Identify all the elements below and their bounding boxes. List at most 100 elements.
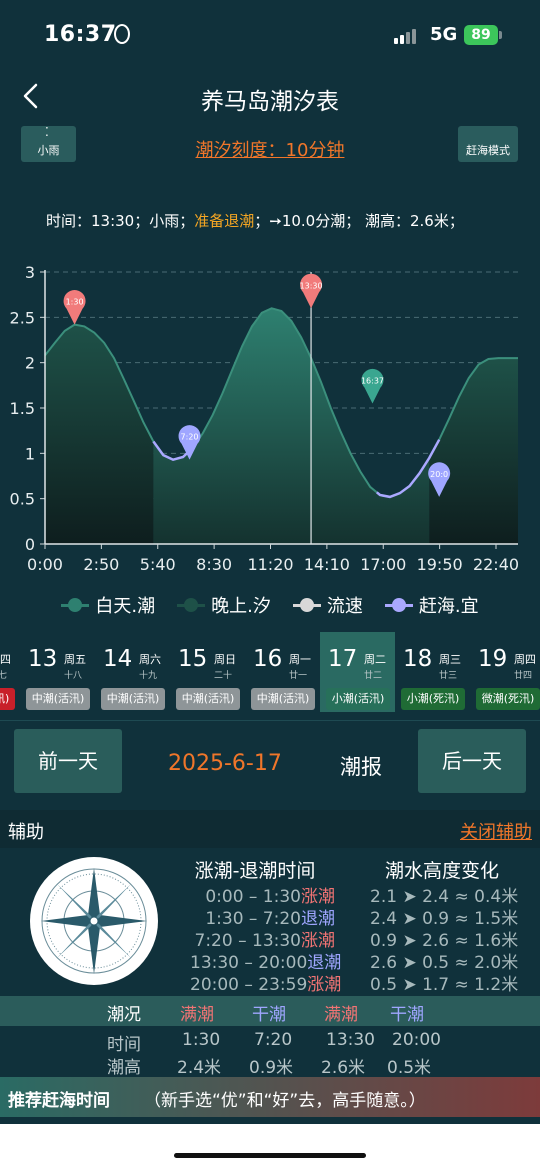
tide-type-badge: 小潮(活汛) [326,688,390,710]
marker-pin [361,368,384,404]
home-indicator[interactable] [174,1153,366,1158]
day-lunar: 十七 [0,671,8,681]
tide-report-label[interactable]: 潮报 [340,751,382,781]
day-lunar: 廿二 [364,671,383,681]
info-suffix: ；➙10.0分潮； 潮高：2.6米； [254,212,464,230]
x-tick-label: 11:20 [247,555,293,574]
summary-height: 2.6米 [321,1058,366,1078]
day-number: 19 [478,646,508,672]
legend-label: 赶海.宜 [418,596,479,617]
bottom-area [0,1124,540,1169]
day-weekday: 周二 [364,653,386,666]
y-tick-label: 1.5 [10,399,35,418]
chart-areas [45,308,518,544]
x-tick-label: 22:40 [473,555,519,574]
y-tick-label: 1 [25,444,35,463]
tide-info-line: 时间：13:30；小雨；准备退潮；➙10.0分潮； 潮高：2.6米； [46,210,464,231]
summary-height: 0.9米 [249,1058,294,1078]
summary-time: 1:30 [182,1030,221,1050]
next-day-button[interactable]: 后一天 [418,729,526,793]
legend-item[interactable]: 赶海.宜 [384,592,479,618]
tide-chart[interactable]: 0 0.5 1 1.5 2 2.5 3 0:00 2:50 5:40 8:30 11:20 14:10 1… [0,255,540,575]
legend-marker [292,598,321,612]
day-lunar: 二十 [214,671,233,681]
legend-marker [384,598,413,612]
x-tick-label: 2:50 [83,555,119,574]
tide-type-badge: 中潮(活汛) [176,688,240,710]
chart-legend: 白天.潮 晚上.汐 流速 赶海.宜 [0,592,540,618]
tide-summary-header: 潮况 满潮 干潮 满潮 干潮 [0,996,540,1026]
marker-label: 7:20 [181,433,199,442]
sleep-mode-icon [114,24,130,44]
marker-pin [63,290,86,325]
day-number: 16 [253,646,283,672]
nav-bar: 养马岛潮汐表 [0,70,540,122]
info-warning: 准备退潮 [194,212,255,230]
day-item[interactable]: 19 周四 廿四 微潮(死汛) [470,632,540,712]
x-tick-label: 14:10 [304,555,350,574]
tide-marker[interactable]: 13:30 [300,273,323,309]
marker-label: 20:0 [430,470,448,479]
day-item[interactable]: 14 周六 十九 中潮(活汛) [95,632,170,712]
recommend-bar[interactable]: 推荐赶海时间 （新手选“优”和“好”去，高手随意。） [0,1077,540,1117]
assist-label: 辅助 [8,822,44,843]
height-change: 0.5 ➤ 1.7 ≈ 1.2米 [370,975,519,995]
legend-item[interactable]: 流速 [292,592,363,618]
summary-time-label: 时间 [107,1035,141,1055]
legend-item[interactable]: 晚上.汐 [177,592,271,618]
x-tick-label: 8:30 [196,555,232,574]
night-area [429,358,518,544]
compass-icon [30,857,158,985]
legend-label: 流速 [326,596,363,617]
scale-label[interactable]: 潮汐刻度：10分钟 [196,140,345,161]
day-selector: 12周四十七大潮(活汛)13周五十八中潮(活汛)14周六十九中潮(活汛)15周日… [0,628,540,712]
day-number: 13 [28,646,58,672]
day-item[interactable]: 12周四十七大潮(活汛) [0,632,20,712]
day-area [153,308,430,544]
page-title: 养马岛潮汐表 [201,89,339,115]
day-number: 14 [103,646,133,672]
tide-type-badge: 微潮(死汛) [476,688,540,710]
day-item[interactable]: 17 周二廿二小潮(活汛) [320,632,395,712]
day-item[interactable]: 18 周三 廿三 小潮(死汛) [395,632,470,712]
summary-state: 干潮 [252,1005,286,1025]
status-bar: 16:37 5G 89 [0,0,540,70]
tide-marker[interactable]: 16:37 [361,368,384,404]
day-lunar: 十九 [139,671,158,681]
signal-icon [394,28,416,44]
recommend-title: 推荐赶海时间 [8,1091,110,1111]
recommend-hint: （新手选“优”和“好”去，高手随意。） [144,1091,426,1111]
legend-item[interactable]: 白天.潮 [61,592,155,618]
beachcombing-mode-button[interactable]: 赶海模式 [458,126,518,162]
legend-marker [177,598,206,612]
tide-marker[interactable]: 1:30 [63,290,86,325]
date-navigation: 前一天 2025-6-17 潮报 后一天 [0,720,540,800]
day-weekday: 周三 [439,653,461,666]
battery-icon: 89 [464,25,498,45]
day-lunar: 廿一 [289,671,308,681]
day-number: 17 [328,646,358,672]
day-lunar: 十八 [64,671,83,681]
close-assist-link[interactable]: 关闭辅助 [460,818,532,844]
y-tick-label: 0.5 [10,490,35,509]
day-lunar: 廿四 [514,671,533,681]
day-weekday: 周四 [0,653,11,666]
tide-heights-header: 潮水高度变化 [384,860,499,882]
marker-label: 16:37 [361,376,384,385]
x-tick-label: 0:00 [27,555,63,574]
day-item[interactable]: 15 周日 二十 中潮(活汛) [170,632,245,712]
day-item[interactable]: 16 周一 廿一 中潮(活汛) [245,632,320,712]
day-weekday: 周五 [64,653,86,666]
tide-type-badge: 小潮(死汛) [401,688,465,710]
assist-bar: 辅助 关闭辅助 [0,810,540,848]
summary-height: 0.5米 [387,1058,432,1078]
x-tick-label: 5:40 [140,555,176,574]
status-time: 16:37 [44,22,117,47]
previous-day-button[interactable]: 前一天 [14,729,122,793]
summary-state: 满潮 [324,1005,358,1025]
day-weekday: 周一 [289,653,311,666]
current-date[interactable]: 2025-6-17 [168,751,282,776]
summary-time: 20:00 [392,1030,441,1050]
day-item[interactable]: 13 周五 十八 中潮(活汛) [20,632,95,712]
summary-state: 满潮 [180,1005,214,1025]
